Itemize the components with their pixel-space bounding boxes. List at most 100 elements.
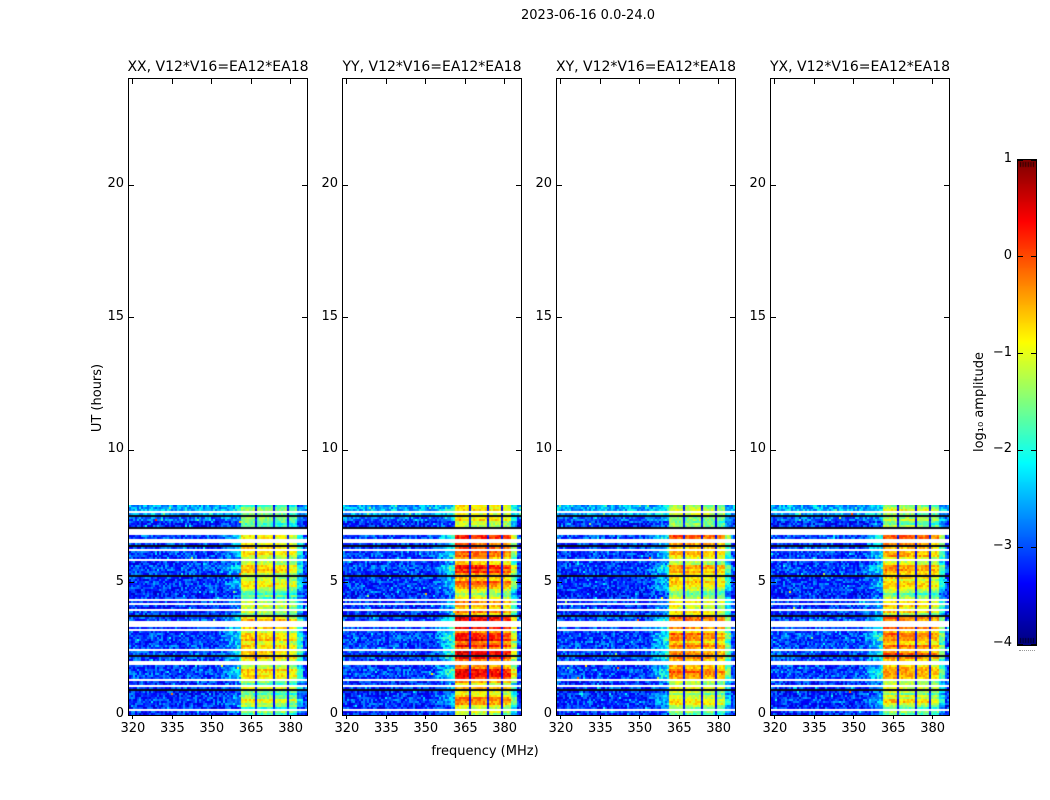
x-tick-mark [892,79,894,84]
y-tick-mark [771,582,776,583]
y-tick-label: 5 [329,573,338,589]
x-tick-mark [171,79,173,84]
x-tick-mark [932,79,934,84]
spectrum-panel-xx [128,78,308,716]
x-tick-mark [560,715,562,719]
y-tick-mark [771,317,776,318]
x-tick-mark [211,79,213,84]
colorbar-tick-label: 1 [1003,151,1012,166]
colorbar-tick-label: 0 [1003,247,1012,263]
x-tick-label: 365 [666,721,692,736]
x-tick-mark [464,715,466,719]
x-tick-mark [813,715,815,719]
x-tick-mark [599,79,601,84]
spectrum-panel-yy [342,78,522,716]
y-tick-mark [944,449,949,451]
x-tick-mark [385,715,387,719]
x-tick-mark [464,79,466,84]
x-tick-label: 380 [706,721,732,736]
y-tick-label: 20 [749,176,766,191]
x-tick-mark [504,715,506,719]
heatmap-canvas-xx [129,505,307,715]
heatmap-canvas-yy [343,505,521,715]
x-tick-mark [599,715,601,719]
x-axis-label: frequency (MHz) [431,744,539,759]
y-tick-mark [129,582,134,583]
x-tick-mark [718,79,720,84]
x-tick-mark [892,715,894,719]
y-tick-mark [129,317,134,318]
colorbar-tick-mark [1018,159,1023,161]
x-tick-label: 320 [762,721,788,736]
y-tick-label: 10 [749,441,766,456]
x-tick-mark [853,79,855,84]
x-tick-label: 350 [841,721,867,736]
x-tick-label: 380 [920,721,946,736]
y-tick-label: 10 [107,441,124,456]
spectrum-panel-yx [770,78,950,716]
x-tick-label: 350 [413,721,439,736]
x-tick-mark [425,715,427,719]
x-tick-label: 335 [801,721,827,736]
x-tick-mark [813,79,815,84]
colorbar-tick-mark [1031,159,1036,161]
y-tick-mark [129,449,134,451]
colorbar-underline [1019,650,1035,651]
y-tick-mark [944,582,949,583]
x-tick-mark [290,79,292,84]
y-tick-label: 5 [543,573,552,589]
y-axis-label: UT (hours) [90,363,105,433]
colorbar-tick-label: −4 [992,635,1012,650]
x-tick-label: 365 [880,721,906,736]
x-tick-mark [504,79,506,84]
x-tick-label: 335 [373,721,399,736]
x-tick-label: 320 [334,721,360,736]
x-tick-label: 380 [492,721,518,736]
x-tick-mark [774,715,776,719]
y-tick-mark [944,184,949,186]
y-tick-label: 0 [757,706,766,721]
x-tick-mark [211,715,213,719]
x-tick-mark [678,715,680,719]
y-tick-label: 15 [749,308,766,324]
colorbar [1017,159,1037,646]
x-tick-label: 380 [278,721,304,736]
y-tick-mark [343,582,348,583]
colorbar-tick-mark [1018,546,1023,548]
y-tick-label: 10 [535,441,552,456]
x-tick-mark [425,79,427,84]
figure: 2023-06-16 0.0-24.0 XX, V12*V16=EA12*EA1… [0,0,1050,800]
x-tick-mark [250,715,252,719]
colorbar-tick-mark [1031,643,1036,645]
x-tick-mark [932,715,934,719]
y-tick-label: 0 [543,706,552,721]
colorbar-tick-mark [1031,256,1036,258]
x-tick-label: 350 [627,721,653,736]
x-tick-mark [132,79,134,84]
panel-title-xx: XX, V12*V16=EA12*EA18 [127,59,309,75]
y-tick-mark [343,449,348,451]
x-tick-mark [853,715,855,719]
colorbar-tick-mark [1031,449,1036,451]
panel-title-yy: YY, V12*V16=EA12*EA18 [342,59,522,75]
x-tick-label: 350 [199,721,225,736]
y-tick-label: 15 [321,308,338,324]
y-tick-label: 20 [321,176,338,191]
y-tick-label: 15 [535,308,552,324]
colorbar-tick-mark [1018,449,1023,451]
y-tick-mark [944,317,949,318]
y-tick-mark [129,184,134,186]
x-tick-mark [250,79,252,84]
colorbar-tick-mark [1018,256,1023,258]
x-tick-label: 335 [587,721,613,736]
y-tick-label: 15 [107,308,124,324]
figure-title: 2023-06-16 0.0-24.0 [521,8,655,23]
y-tick-mark [343,317,348,318]
panel-title-xy: XY, V12*V16=EA12*EA18 [555,59,737,75]
x-tick-mark [171,715,173,719]
x-tick-mark [718,715,720,719]
x-tick-mark [132,715,134,719]
colorbar-label: log₁₀ amplitude [972,351,987,453]
y-tick-mark [343,184,348,186]
y-tick-label: 5 [115,573,124,589]
